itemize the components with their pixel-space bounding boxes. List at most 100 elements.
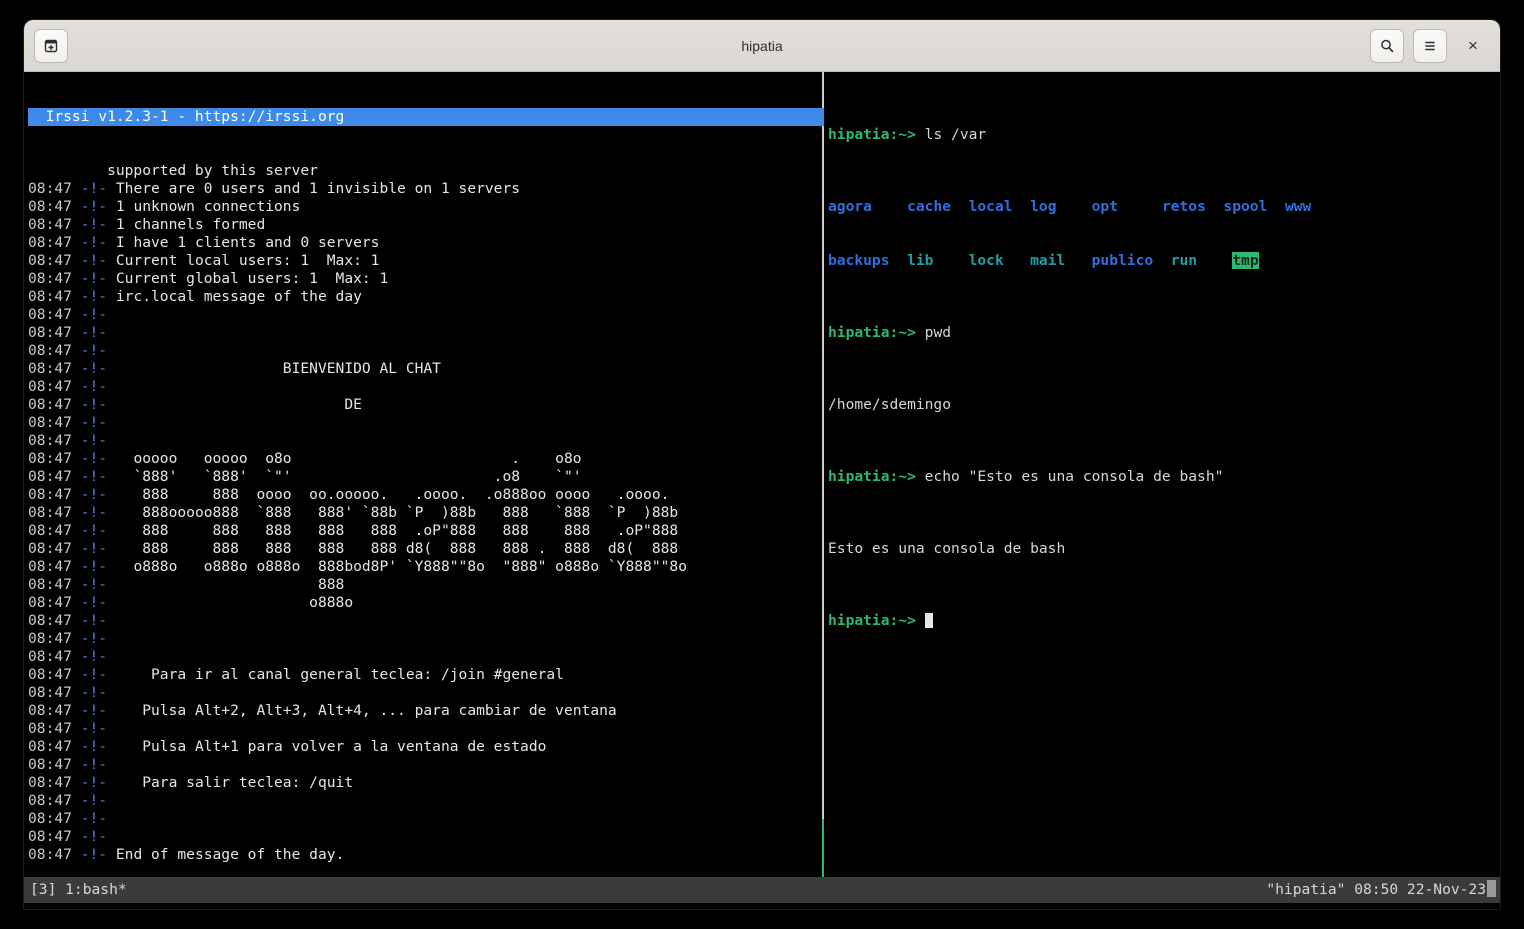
line-marker: -!- xyxy=(80,846,108,863)
timestamp: 08:47 xyxy=(28,594,81,611)
bash-command-line: hipatia:~> echo "Esto es una consola de … xyxy=(828,468,1500,486)
log-message: irc.local message of the day xyxy=(115,288,362,305)
log-message: Pulsa Alt+2, Alt+3, Alt+4, ... para camb… xyxy=(115,702,617,719)
line-marker: -!- xyxy=(80,540,108,557)
line-marker: -!- xyxy=(80,666,108,683)
timestamp: 08:47 xyxy=(28,468,81,485)
irssi-log-line: 08:47 -!- Pulsa Alt+1 para volver a la v… xyxy=(28,738,824,756)
line-spacer xyxy=(107,288,116,305)
ls-entry: retos xyxy=(1161,198,1206,215)
bash-command-line: hipatia:~> pwd xyxy=(828,324,1500,342)
line-marker: -!- xyxy=(80,630,108,647)
search-button[interactable] xyxy=(1370,28,1404,63)
menu-button[interactable] xyxy=(1413,28,1447,63)
timestamp: 08:47 xyxy=(28,360,81,377)
ls-gap xyxy=(1065,252,1091,269)
timestamp: 08:47 xyxy=(28,612,81,629)
log-message: 888 888 888 888 888 .oP"888 888 888 .oP"… xyxy=(115,522,679,539)
bash-command-line: hipatia:~> ls /var xyxy=(828,126,1500,144)
irssi-log-line: 08:47 -!- End of message of the day. xyxy=(28,846,824,864)
pwd-output: /home/sdemingo xyxy=(828,396,952,413)
timestamp: 08:47 xyxy=(28,396,81,413)
timestamp: 08:47 xyxy=(28,630,81,647)
ls-gap xyxy=(890,252,908,269)
bash-prompt: hipatia:~> xyxy=(828,126,916,143)
line-spacer xyxy=(107,306,116,323)
line-spacer xyxy=(107,648,116,665)
new-terminal-button[interactable] xyxy=(34,28,68,63)
line-spacer xyxy=(107,450,116,467)
line-marker: -!- xyxy=(80,774,108,791)
log-message: End of message of the day. xyxy=(115,846,345,863)
irssi-log-line: 08:47 -!- xyxy=(28,648,824,666)
bash-pane[interactable]: hipatia:~> ls /var agora cache local log… xyxy=(828,72,1500,909)
irssi-log-line: 08:47 -!- o888o xyxy=(28,594,824,612)
timestamp: 08:47 xyxy=(28,522,81,539)
timestamp: 08:47 xyxy=(28,198,81,215)
irssi-log-line: 08:47 -!- xyxy=(28,756,824,774)
irssi-log-line: 08:47 -!- irc.local message of the day xyxy=(28,288,824,306)
bash-command-text: ls /var xyxy=(924,126,987,143)
line-marker: -!- xyxy=(80,486,108,503)
log-message: 1 unknown connections xyxy=(115,198,301,215)
irssi-log-line: 08:47 -!- Para ir al canal general tecle… xyxy=(28,666,824,684)
line-marker: -!- xyxy=(80,612,108,629)
line-marker: -!- xyxy=(80,288,108,305)
log-message: supported by this server xyxy=(28,162,318,179)
log-message: `888' `888' `"' .o8 `"' xyxy=(115,468,582,485)
screen-root: hipatia × Irssi v1.2.3-1 - https://irssi… xyxy=(0,0,1524,929)
line-marker: -!- xyxy=(80,810,108,827)
irssi-pane[interactable]: Irssi v1.2.3-1 - https://irssi.org suppo… xyxy=(28,72,824,909)
ls-entry: mail xyxy=(1030,252,1066,269)
timestamp: 08:47 xyxy=(28,378,81,395)
line-marker: -!- xyxy=(80,468,108,485)
ls-entry: local xyxy=(968,198,1013,215)
title-bar-actions: × xyxy=(1370,28,1490,63)
line-spacer xyxy=(107,828,116,845)
line-marker: -!- xyxy=(80,432,108,449)
timestamp: 08:47 xyxy=(28,810,81,827)
line-marker: -!- xyxy=(80,648,108,665)
line-marker: -!- xyxy=(80,198,108,215)
line-spacer xyxy=(107,774,116,791)
line-marker: -!- xyxy=(80,270,108,287)
screen-window-list[interactable]: [3] 1:bash* xyxy=(24,877,127,903)
log-message: Para ir al canal general teclea: /join #… xyxy=(115,666,564,683)
ls-entry: www xyxy=(1284,198,1312,215)
irssi-log-line: 08:47 -!- Current local users: 1 Max: 1 xyxy=(28,252,824,270)
timestamp: 08:47 xyxy=(28,576,81,593)
timestamp: 08:47 xyxy=(28,432,81,449)
ls-gap xyxy=(1056,198,1091,215)
timestamp: 08:47 xyxy=(28,306,81,323)
line-spacer xyxy=(107,216,116,233)
line-marker: -!- xyxy=(80,360,108,377)
timestamp: 08:47 xyxy=(28,720,81,737)
irssi-log-line: 08:47 -!- There are 0 users and 1 invisi… xyxy=(28,180,824,198)
ls-gap xyxy=(1267,198,1285,215)
ls-entry: agora xyxy=(828,198,872,215)
close-window-button[interactable]: × xyxy=(1456,29,1490,63)
log-message: DE xyxy=(115,396,362,413)
line-spacer xyxy=(107,360,116,377)
bash-command-text: echo "Esto es una consola de bash" xyxy=(924,468,1224,485)
line-spacer xyxy=(107,594,116,611)
log-message: Current global users: 1 Max: 1 xyxy=(115,270,389,287)
log-message: 888 xyxy=(115,576,345,593)
irssi-log-line: 08:47 -!- xyxy=(28,414,824,432)
irssi-log-line: 08:47 -!- xyxy=(28,720,824,738)
log-message: 1 channels formed xyxy=(115,216,266,233)
irssi-log-line: supported by this server xyxy=(28,162,824,180)
irssi-log-line: 08:47 -!- Pulsa Alt+2, Alt+3, Alt+4, ...… xyxy=(28,702,824,720)
bash-prompt: hipatia:~> xyxy=(828,468,916,485)
irssi-log-line: 08:47 -!- o888o o888o o888o 888bod8P' `Y… xyxy=(28,558,824,576)
irssi-log-line: 08:47 -!- DE xyxy=(28,396,824,414)
ls-entry: lock xyxy=(968,252,1004,269)
timestamp: 08:47 xyxy=(28,180,81,197)
line-spacer xyxy=(107,702,116,719)
line-spacer xyxy=(107,414,116,431)
log-message: 888 888 888 888 888 d8( 888 888 . 888 d8… xyxy=(115,540,679,557)
line-spacer xyxy=(107,468,116,485)
line-spacer xyxy=(107,576,116,593)
bash-active-prompt-line[interactable]: hipatia:~> xyxy=(828,612,1500,630)
screen-host-clock-text: "hipatia" 08:50 22-Nov-23 xyxy=(1266,881,1486,898)
